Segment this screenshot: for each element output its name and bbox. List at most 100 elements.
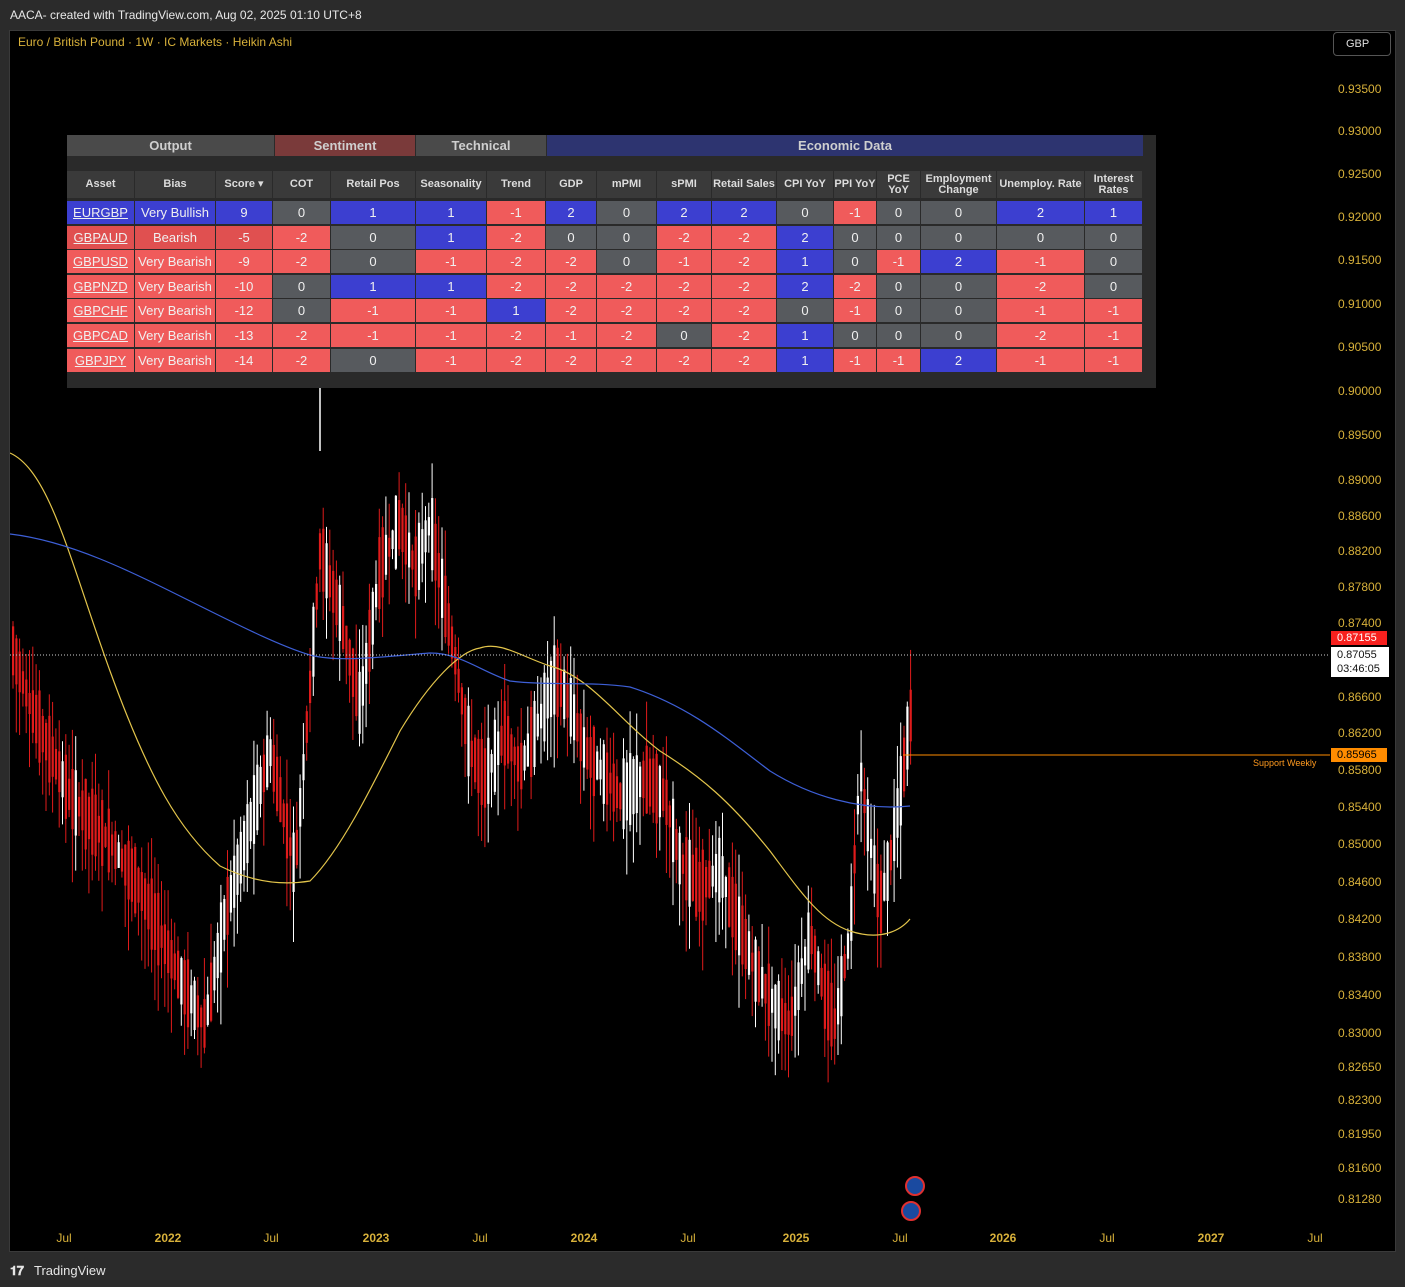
candle-body (513, 746, 516, 766)
price-axis-label: 0.88200 (1338, 544, 1382, 558)
price-axis-label: 0.81950 (1338, 1127, 1382, 1141)
candle-body (421, 529, 424, 564)
table-asset-link[interactable]: GBPAUD (67, 225, 134, 249)
table-value-cell: 0 (921, 324, 996, 347)
table-value-cell: -1 (331, 299, 415, 323)
candle-body (262, 754, 265, 793)
table-value-cell: -2 (487, 324, 545, 347)
table-value-cell: -2 (657, 225, 711, 249)
candle-body (91, 788, 94, 855)
candle-body (843, 953, 846, 979)
candle-body (137, 867, 140, 903)
candle-body (827, 970, 830, 1041)
candle-body (266, 735, 269, 788)
candle-body (183, 960, 186, 1015)
moving-average-slow (10, 533, 911, 808)
table-value-cell: 0 (657, 324, 711, 347)
tradingview-brand[interactable]: TradingView (34, 1263, 106, 1278)
candle-body (302, 754, 305, 781)
candle-body (243, 820, 246, 871)
price-axis-label: 0.91000 (1338, 297, 1382, 311)
date-axis-year: 2022 (154, 1231, 182, 1245)
candle-body (477, 738, 480, 793)
candle-body (325, 543, 328, 599)
bar-countdown: 03:46:05 (1337, 663, 1380, 675)
table-asset-link[interactable]: GBPJPY (67, 348, 134, 372)
candle-body (853, 845, 856, 874)
table-score-cell: -9 (216, 250, 272, 274)
table-value-cell: 0 (597, 225, 656, 249)
price-axis-label: 0.83400 (1338, 988, 1382, 1002)
table-value-cell: 0 (834, 324, 876, 347)
candle-body (777, 980, 780, 1041)
table-column-header[interactable]: Score ▾ (216, 171, 272, 198)
table-bias-cell: Very Bearish (135, 299, 215, 323)
table-value-cell: -2 (487, 225, 545, 249)
candle-body (599, 759, 602, 780)
table-asset-link[interactable]: GBPCAD (67, 324, 134, 347)
table-score-cell: -14 (216, 348, 272, 372)
candle-body (312, 606, 315, 677)
candle-body (754, 939, 757, 1002)
table-value-cell: -2 (546, 250, 596, 274)
price-axis-label: 0.88600 (1338, 509, 1382, 523)
candle-body (556, 647, 559, 717)
candle-body (223, 898, 226, 940)
table-value-cell: -1 (834, 201, 876, 224)
table-bias-cell: Very Bearish (135, 274, 215, 298)
table-value-cell: 0 (273, 299, 330, 323)
candle-body (549, 660, 553, 718)
last-price-value: 0.87055 (1337, 649, 1377, 661)
table-value-cell: -2 (487, 250, 545, 274)
candle-body (493, 719, 496, 792)
candle-body (295, 829, 298, 866)
economic-event-icon[interactable] (905, 1176, 925, 1196)
candle-body (741, 905, 744, 965)
table-value-cell: 2 (921, 250, 996, 274)
table-value-cell: -2 (657, 348, 711, 372)
symbol-title[interactable]: Euro / British Pound · 1W · IC Markets ·… (18, 35, 292, 49)
candle-body (236, 844, 239, 895)
candle-body (804, 946, 807, 966)
currency-button[interactable]: GBP (1333, 32, 1391, 56)
table-column-header: Employment Change (921, 171, 996, 198)
candle-body (434, 523, 437, 581)
candle-body (797, 962, 800, 1011)
candle-body (226, 876, 229, 935)
candle-body (81, 790, 84, 831)
candle-body (134, 846, 137, 914)
table-value-cell: 1 (331, 274, 415, 298)
candle-body (523, 745, 526, 771)
candle-body (378, 537, 381, 609)
candle-body (153, 893, 157, 950)
candle-body (338, 584, 341, 642)
table-bias-cell: Very Bearish (135, 250, 215, 274)
table-asset-link[interactable]: GBPNZD (67, 274, 134, 298)
candle-body (596, 751, 599, 780)
table-asset-link[interactable]: EURGBP (67, 201, 134, 224)
table-value-cell: 1 (777, 348, 833, 372)
candle-body (127, 840, 130, 900)
table-asset-link[interactable]: GBPUSD (67, 250, 134, 274)
candle-body (450, 626, 454, 659)
candle-body (289, 837, 292, 856)
candle-body (787, 1010, 790, 1035)
table-column-header: Asset (67, 171, 134, 198)
candle-body (124, 844, 127, 886)
candle-body (150, 878, 153, 950)
candle-body (371, 591, 374, 645)
date-axis-month: Jul (472, 1231, 488, 1245)
candle-body (559, 669, 562, 707)
table-column-header: Trend (487, 171, 545, 198)
tradingview-logo-icon[interactable]: 𝟏𝟕 (10, 1263, 24, 1279)
table-asset-link[interactable]: GBPCHF (67, 299, 134, 323)
economic-event-icon[interactable] (901, 1201, 921, 1221)
candle-body (681, 854, 685, 874)
bias-table: Output Sentiment Technical Economic Data Ass… (67, 135, 1156, 388)
table-value-cell: -1 (657, 250, 711, 274)
candle-body (447, 603, 450, 646)
candle-body (78, 796, 81, 817)
table-value-cell: -1 (416, 250, 486, 274)
price-axis-label: 0.89000 (1338, 473, 1382, 487)
candle-body (140, 872, 143, 911)
